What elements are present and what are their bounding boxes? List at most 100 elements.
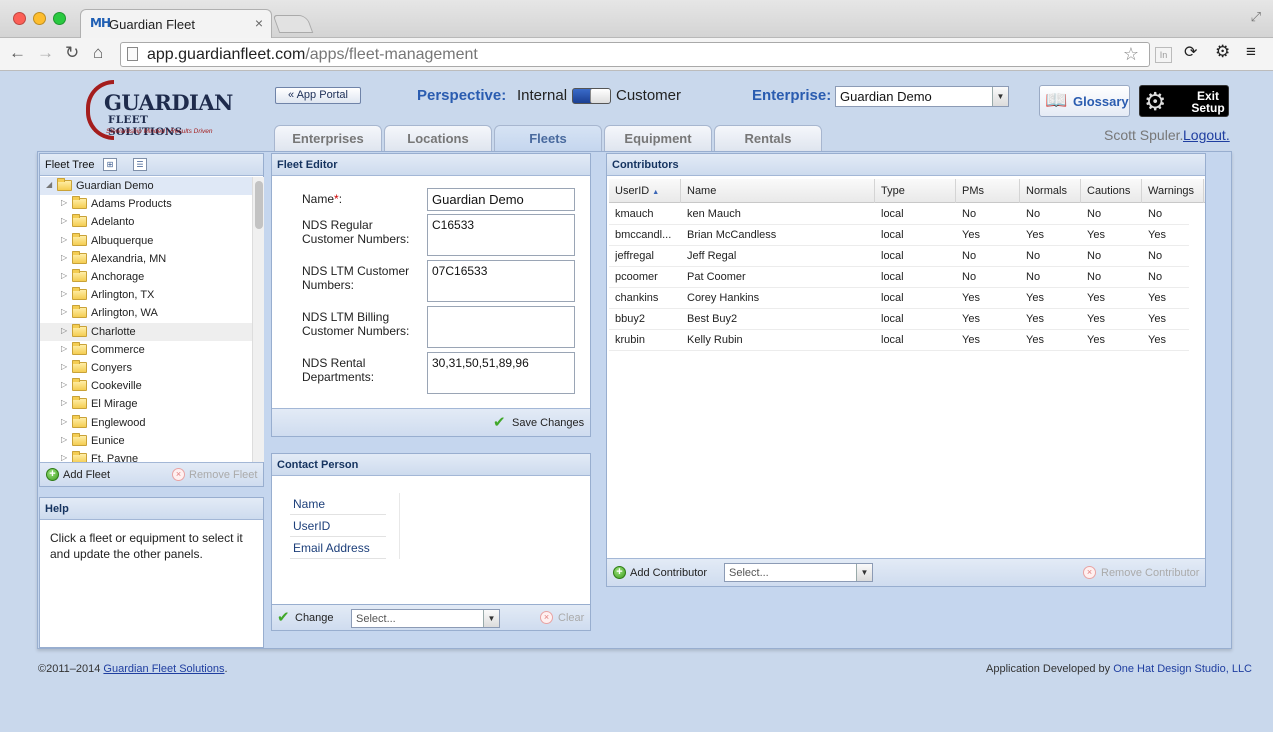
tab-equipment[interactable]: Equipment (604, 125, 712, 151)
tree-item[interactable]: ▷ Arlington, TX (40, 286, 252, 304)
logout-link[interactable]: Logout. (1183, 127, 1230, 143)
add-icon[interactable]: + (46, 468, 59, 481)
collapsed-triangle-icon[interactable]: ▷ (61, 326, 67, 335)
collapsed-triangle-icon[interactable]: ▷ (61, 435, 67, 444)
nds-regular-input[interactable]: C16533 (427, 214, 575, 256)
linkedin-extension-icon[interactable]: In (1155, 47, 1172, 63)
browser-tab[interactable]: MH Guardian Fleet × (80, 9, 272, 38)
collapsed-triangle-icon[interactable]: ▷ (61, 344, 67, 353)
collapsed-triangle-icon[interactable]: ▷ (61, 216, 67, 225)
column-header-cautions[interactable]: Cautions (1081, 179, 1142, 203)
tree-item[interactable]: ▷ Albuquerque (40, 232, 252, 250)
tree-item[interactable]: ▷ Ft. Payne (40, 450, 252, 462)
tree-scrollbar[interactable] (252, 177, 264, 462)
add-fleet-button[interactable]: Add Fleet (63, 469, 110, 481)
table-row[interactable]: kmauch ken Mauch local No No No No (609, 204, 1189, 225)
column-header-normals[interactable]: Normals (1020, 179, 1081, 203)
collapsed-triangle-icon[interactable]: ▷ (61, 235, 67, 244)
tree-item[interactable]: ▷ Anchorage (40, 268, 252, 286)
save-changes-button[interactable]: Save Changes (512, 417, 584, 429)
clear-contact-button[interactable]: Clear (558, 612, 584, 624)
column-header-name[interactable]: Name (681, 179, 875, 203)
enterprise-select[interactable]: Guardian Demo ▼ (835, 86, 1009, 107)
star-icon[interactable]: ☆ (1123, 44, 1139, 65)
exit-setup-button[interactable]: ⚙ Exit Setup (1139, 85, 1229, 117)
checkmark-icon[interactable]: ✔ (493, 413, 506, 431)
collapsed-triangle-icon[interactable]: ▷ (61, 398, 67, 407)
home-icon[interactable]: ⌂ (93, 43, 103, 63)
add-contributor-button[interactable]: Add Contributor (630, 567, 707, 579)
remove-contributor-button[interactable]: Remove Contributor (1101, 567, 1199, 579)
expand-all-icon[interactable]: ⊞ (103, 158, 117, 171)
table-row[interactable]: jeffregal Jeff Regal local No No No No (609, 246, 1189, 267)
checkmark-icon[interactable]: ✔ (277, 608, 290, 626)
tree-item-root[interactable]: ◢ Guardian Demo (40, 177, 252, 195)
glossary-button[interactable]: 📖 Glossary (1039, 85, 1130, 117)
collapsed-triangle-icon[interactable]: ▷ (61, 453, 67, 462)
chevron-down-icon[interactable]: ▼ (992, 87, 1008, 106)
one-hat-link[interactable]: One Hat Design Studio, LLC (1113, 663, 1252, 675)
collapsed-triangle-icon[interactable]: ▷ (61, 198, 67, 207)
nds-ltm-input[interactable]: 07C16533 (427, 260, 575, 302)
tree-item[interactable]: ▷ Charlotte (40, 322, 252, 341)
tab-rentals[interactable]: Rentals (714, 125, 822, 151)
collapsed-triangle-icon[interactable]: ▷ (61, 417, 67, 426)
close-window-icon[interactable] (13, 12, 26, 25)
contributor-select[interactable]: Select... ▼ (724, 563, 873, 582)
zoom-window-icon[interactable] (53, 12, 66, 25)
tree-item[interactable]: ▷ El Mirage (40, 395, 252, 413)
nds-rental-input[interactable]: 30,31,50,51,89,96 (427, 352, 575, 394)
reload-icon[interactable]: ↻ (65, 43, 79, 63)
fleet-name-input[interactable]: Guardian Demo (427, 188, 575, 211)
minimize-window-icon[interactable] (33, 12, 46, 25)
collapsed-triangle-icon[interactable]: ▷ (61, 289, 67, 298)
close-tab-icon[interactable]: × (255, 15, 263, 31)
app-portal-button[interactable]: « App Portal (275, 87, 361, 104)
scrollbar-thumb[interactable] (255, 181, 263, 229)
tree-item[interactable]: ▷ Englewood (40, 414, 252, 432)
tab-locations[interactable]: Locations (384, 125, 492, 151)
collapsed-triangle-icon[interactable]: ▷ (61, 253, 67, 262)
column-header-pms[interactable]: PMs (956, 179, 1020, 203)
tree-item[interactable]: ▷ Cookeville (40, 377, 252, 395)
tab-fleets[interactable]: Fleets (494, 125, 602, 151)
address-bar[interactable]: app.guardianfleet.com/apps/fleet-managem… (120, 42, 1150, 67)
new-tab-button[interactable] (272, 15, 314, 33)
gear-icon[interactable]: ⚙ (1215, 42, 1230, 62)
tree-item[interactable]: ▷ Adelanto (40, 213, 252, 231)
add-icon[interactable]: + (613, 566, 626, 579)
collapse-all-icon[interactable]: ☰ (133, 158, 147, 171)
collapsed-triangle-icon[interactable]: ▷ (61, 380, 67, 389)
collapsed-triangle-icon[interactable]: ▷ (61, 362, 67, 371)
table-row[interactable]: krubin Kelly Rubin local Yes Yes Yes Yes (609, 330, 1189, 351)
forward-arrow-icon[interactable]: → (37, 43, 54, 63)
nds-ltm-billing-input[interactable] (427, 306, 575, 348)
table-row[interactable]: bmccandl... Brian McCandless local Yes Yes Ye… (609, 225, 1189, 246)
back-arrow-icon[interactable]: ← (9, 43, 26, 63)
fullscreen-icon[interactable]: ⤢ (1251, 9, 1261, 25)
collapsed-triangle-icon[interactable]: ▷ (61, 271, 67, 280)
guardian-fleet-link[interactable]: Guardian Fleet Solutions (103, 663, 224, 675)
tree-item[interactable]: ▷ Adams Products (40, 195, 252, 213)
tree-item[interactable]: ▷ Arlington, WA (40, 304, 252, 322)
table-row[interactable]: bbuy2 Best Buy2 local Yes Yes Yes Yes (609, 309, 1189, 330)
chevron-down-icon[interactable]: ▼ (483, 610, 499, 627)
column-header-type[interactable]: Type (875, 179, 956, 203)
tab-enterprises[interactable]: Enterprises (274, 125, 382, 151)
change-contact-button[interactable]: Change (295, 612, 334, 624)
expanded-triangle-icon[interactable]: ◢ (46, 180, 52, 189)
tree-item[interactable]: ▷ Alexandria, MN (40, 250, 252, 268)
sync-icon[interactable]: ⟳ (1184, 42, 1197, 62)
perspective-toggle[interactable] (572, 88, 611, 104)
column-header-userid[interactable]: UserID ▲ (609, 179, 681, 203)
tree-item[interactable]: ▷ Eunice (40, 432, 252, 450)
contact-select[interactable]: Select... ▼ (351, 609, 500, 628)
menu-icon[interactable]: ≡ (1246, 42, 1256, 62)
remove-fleet-button[interactable]: Remove Fleet (189, 469, 257, 481)
column-header-warnings[interactable]: Warnings (1142, 179, 1204, 203)
collapsed-triangle-icon[interactable]: ▷ (61, 307, 67, 316)
table-row[interactable]: pcoomer Pat Coomer local No No No No (609, 267, 1189, 288)
tree-item[interactable]: ▷ Commerce (40, 341, 252, 359)
table-row[interactable]: chankins Corey Hankins local Yes Yes Yes Yes (609, 288, 1189, 309)
tree-item[interactable]: ▷ Conyers (40, 359, 252, 377)
